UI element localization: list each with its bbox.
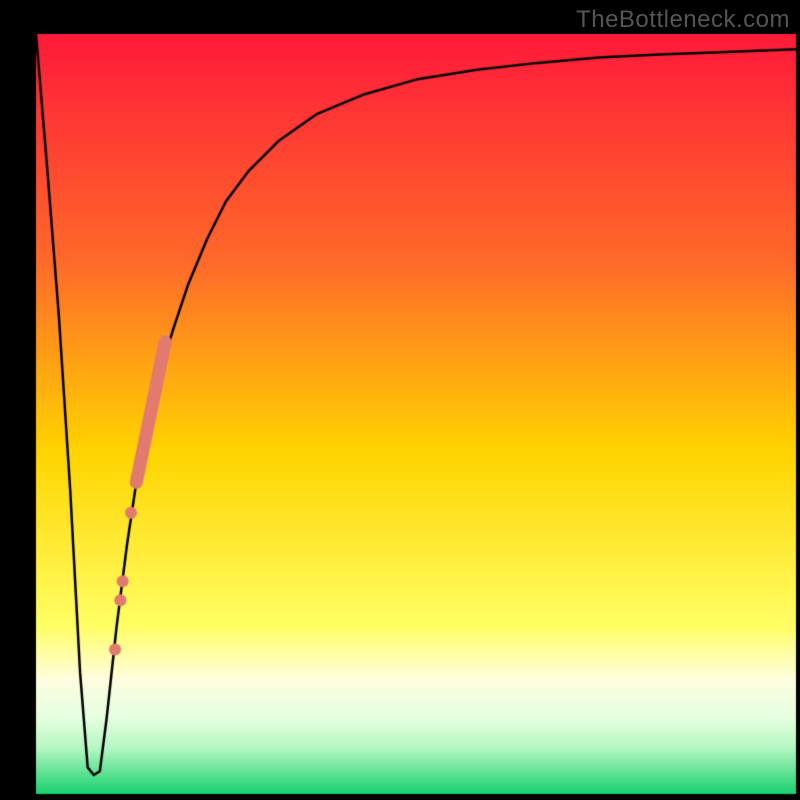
chart-container: TheBottleneck.com [0,0,800,800]
watermark-label: TheBottleneck.com [576,6,790,34]
bottleneck-chart-canvas [0,0,800,800]
